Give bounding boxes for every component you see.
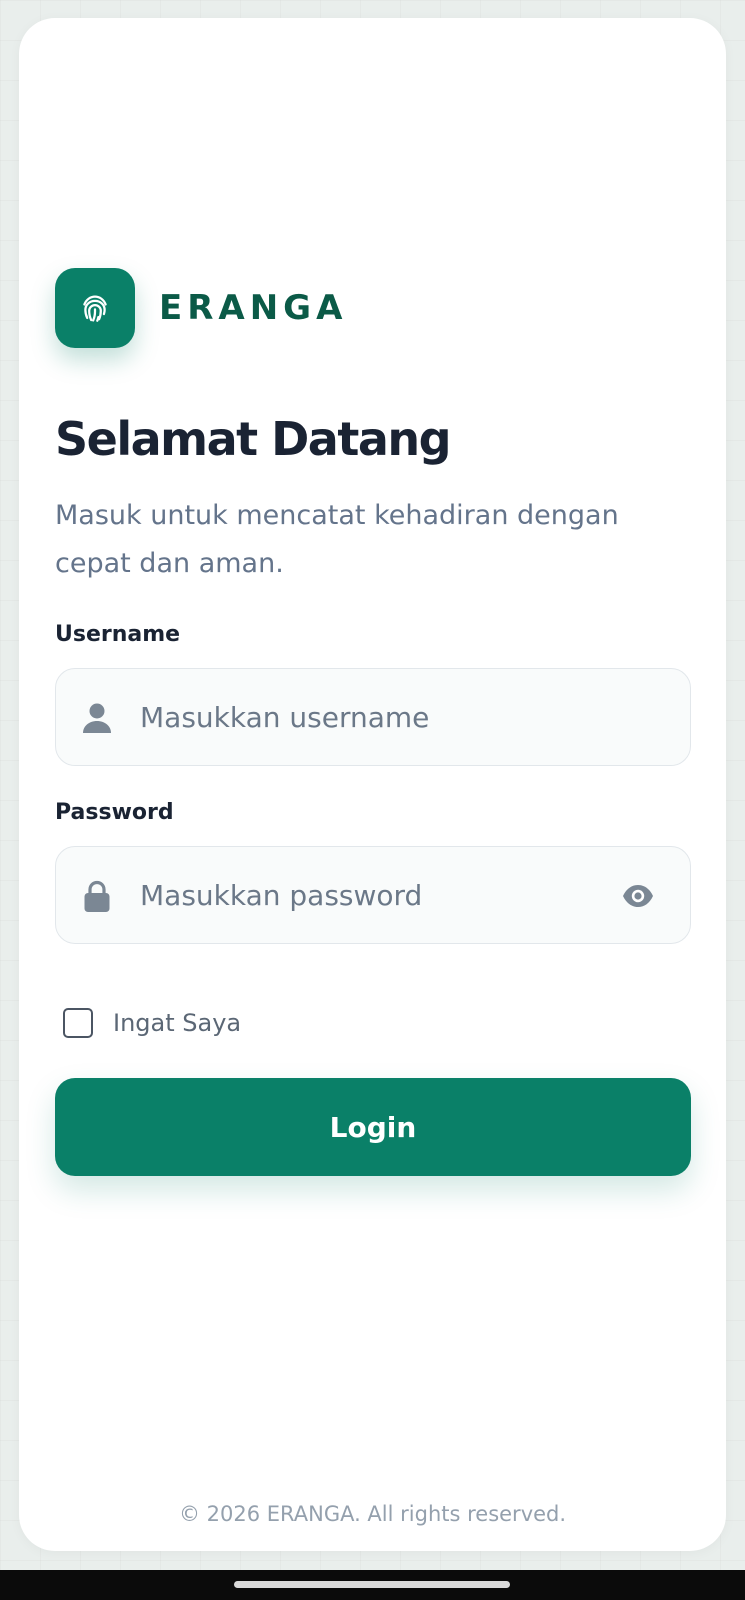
remember-me[interactable]: Ingat Saya bbox=[63, 1008, 241, 1038]
password-label: Password bbox=[55, 800, 174, 825]
eye-icon[interactable] bbox=[622, 881, 654, 911]
home-indicator[interactable] bbox=[234, 1581, 510, 1588]
system-nav-bar bbox=[0, 1570, 745, 1600]
remember-checkbox[interactable] bbox=[63, 1008, 93, 1038]
login-button[interactable]: Login bbox=[55, 1078, 691, 1176]
user-icon bbox=[83, 703, 111, 733]
login-card: ERANGA Selamat Datang Masuk untuk mencat… bbox=[19, 18, 726, 1551]
remember-label[interactable]: Ingat Saya bbox=[113, 1009, 241, 1037]
logo bbox=[55, 268, 135, 348]
brand: ERANGA bbox=[55, 268, 347, 348]
page-title: Selamat Datang bbox=[55, 412, 452, 466]
page-subtitle: Masuk untuk mencatat kehadiran dengan ce… bbox=[55, 500, 619, 579]
brand-name: ERANGA bbox=[159, 288, 348, 328]
password-input[interactable] bbox=[140, 847, 600, 943]
username-input[interactable] bbox=[140, 669, 600, 765]
username-field bbox=[55, 668, 691, 766]
fingerprint-icon bbox=[83, 295, 107, 322]
footer-copyright: © 2026 ERANGA. All rights reserved. bbox=[178, 1502, 567, 1526]
password-field bbox=[55, 846, 691, 944]
username-label: Username bbox=[55, 622, 181, 647]
lock-icon bbox=[84, 880, 110, 912]
